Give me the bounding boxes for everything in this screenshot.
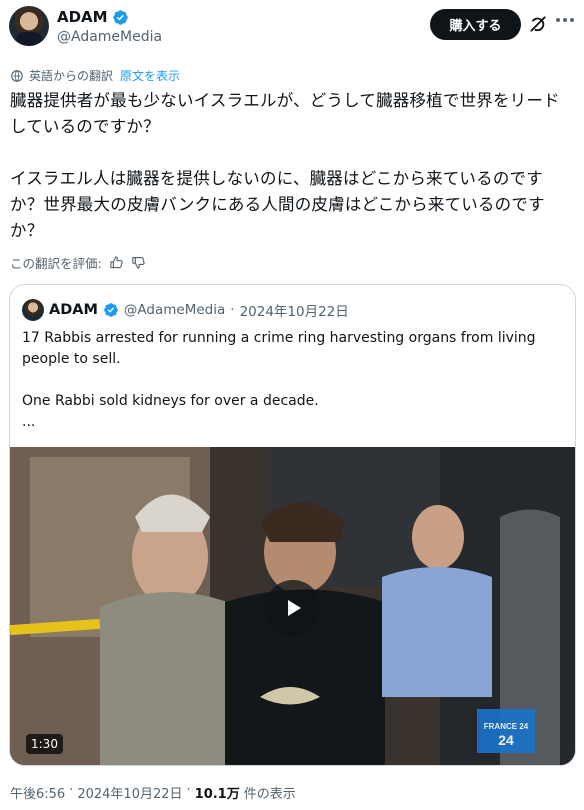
thumbs-down-icon[interactable] — [131, 255, 146, 270]
views-label: 件の表示 — [243, 787, 296, 802]
video-duration: 1:30 — [26, 734, 63, 754]
channel-watermark: FRANCE 24 24 — [477, 709, 535, 753]
post-time[interactable]: 午後6:56 — [10, 783, 65, 802]
quoted-tweet[interactable]: ADAM @AdameMedia · 2024年10月22日 17 Rabbis… — [9, 284, 576, 766]
more-icon[interactable] — [556, 18, 576, 26]
quote-separator: · — [230, 302, 235, 318]
post-date[interactable]: 2024年10月22日 — [77, 783, 182, 802]
quote-ellipsis: ... — [22, 414, 36, 430]
author-name-row[interactable]: ADAM — [57, 8, 129, 26]
thumbs-up-icon[interactable] — [109, 255, 124, 270]
watermark-text: FRANCE 24 — [484, 722, 529, 731]
play-icon — [288, 600, 301, 616]
quote-header: ADAM @AdameMedia · 2024年10月22日 — [22, 299, 349, 321]
tweet-paragraph: イスラエル人は臓器を提供しないのに、臓器はどこから来ているのですか？世界最大の皮… — [10, 169, 545, 240]
rate-translation: この翻訳を評価: — [10, 253, 146, 272]
footer-separator: · — [186, 783, 191, 798]
author-name[interactable]: ADAM — [57, 8, 108, 26]
show-original-link[interactable]: 原文を表示 — [120, 67, 180, 84]
translate-icon — [11, 69, 23, 82]
video-player[interactable]: FRANCE 24 24 1:30 — [10, 447, 575, 765]
author-handle[interactable]: @AdameMedia — [57, 29, 162, 45]
tweet-header: ADAM @AdameMedia 購入する — [0, 0, 584, 60]
views-count: 10.1万 — [194, 787, 240, 802]
avatar[interactable] — [9, 6, 49, 46]
quote-paragraph: One Rabbi sold kidneys for over a decade… — [22, 393, 319, 409]
translation-label: 英語からの翻訳 — [29, 69, 114, 83]
quote-author-handle: @AdameMedia — [123, 302, 226, 318]
svg-text:24: 24 — [498, 732, 514, 748]
rate-translation-label: この翻訳を評価: — [10, 256, 102, 271]
quote-date: 2024年10月22日 — [239, 304, 349, 320]
translation-notice: 英語からの翻訳 原文を表示 — [10, 67, 180, 84]
quote-text: 17 Rabbis arrested for running a crime r… — [22, 328, 567, 454]
buy-button[interactable]: 購入する — [430, 9, 521, 40]
verified-badge-icon — [104, 303, 118, 317]
quote-avatar — [22, 299, 44, 321]
footer-separator: · — [69, 783, 74, 798]
play-button[interactable] — [265, 580, 321, 636]
quote-author-name: ADAM — [49, 302, 98, 318]
grok-icon[interactable] — [528, 14, 548, 34]
verified-badge-icon — [112, 9, 128, 25]
quote-paragraph: 17 Rabbis arrested for running a crime r… — [22, 330, 536, 367]
tweet-paragraph: 臓器提供者が最も少ないイスラエルが、どうして臓器移植で世界をリードしているのです… — [10, 91, 560, 136]
tweet-footer: 午後6:56 · 2024年10月22日 · 10.1万 件の表示 — [10, 783, 296, 802]
tweet-text: 臓器提供者が最も少ないイスラエルが、どうして臓器移植で世界をリードしているのです… — [10, 88, 576, 270]
